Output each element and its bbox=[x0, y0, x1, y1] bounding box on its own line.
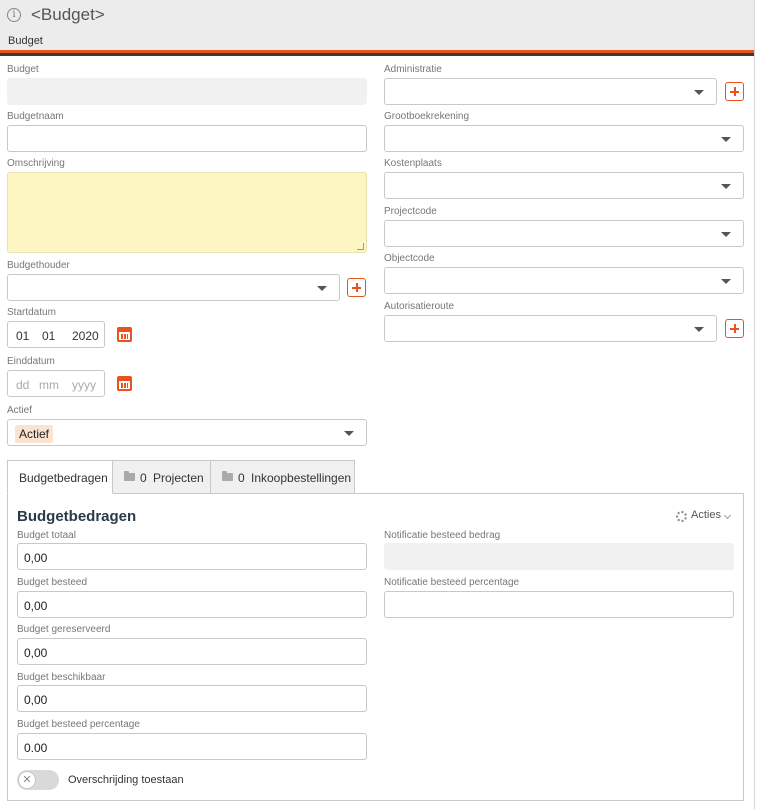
grootboekrekening-select[interactable] bbox=[384, 125, 744, 152]
projectcode-label: Projectcode bbox=[384, 206, 437, 217]
tab-count: 0 bbox=[140, 471, 147, 485]
chevron-down-icon bbox=[694, 90, 704, 95]
gear-icon[interactable] bbox=[676, 511, 687, 522]
section-title: Budgetbedragen bbox=[17, 508, 137, 525]
add-autorisatieroute-button[interactable] bbox=[725, 319, 744, 338]
tab-label: Projecten bbox=[153, 471, 204, 485]
close-icon: ✕ bbox=[18, 771, 36, 789]
chevron-down-icon bbox=[721, 279, 731, 284]
folder-icon bbox=[124, 471, 135, 481]
overschrijding-label: Overschrijding toestaan bbox=[68, 774, 184, 786]
tab-projecten[interactable]: 0 Projecten bbox=[112, 460, 211, 494]
budgetnaam-label: Budgetnaam bbox=[7, 111, 64, 122]
administratie-select[interactable] bbox=[384, 78, 717, 105]
tab-count: 0 bbox=[238, 471, 245, 485]
tab-label: Inkoopbestellingen bbox=[251, 471, 352, 485]
budget-besteed-percentage-value: 0.00 bbox=[24, 741, 48, 755]
add-administratie-button[interactable] bbox=[725, 82, 744, 101]
acties-menu[interactable]: Acties bbox=[691, 509, 721, 521]
chevron-down-icon bbox=[694, 327, 704, 332]
budget-beschikbaar-label: Budget beschikbaar bbox=[17, 672, 106, 683]
budgethouder-select[interactable] bbox=[7, 274, 340, 301]
notificatie-bedrag-field bbox=[384, 543, 734, 570]
einddatum-year: yyyy bbox=[72, 378, 96, 392]
budget-field bbox=[7, 78, 367, 105]
budget-beschikbaar-value: 0,00 bbox=[24, 693, 48, 707]
info-icon[interactable]: i bbox=[7, 8, 21, 22]
chevron-down-icon bbox=[721, 232, 731, 237]
page-header: i <Budget> Budget bbox=[0, 0, 754, 50]
tab-label: Budgetbedragen bbox=[19, 471, 108, 485]
objectcode-label: Objectcode bbox=[384, 253, 435, 264]
budget-gereserveerd-value: 0,00 bbox=[24, 646, 48, 660]
einddatum-input[interactable]: dd mm yyyy bbox=[7, 370, 105, 397]
chevron-down-icon bbox=[317, 286, 327, 291]
budget-besteed-percentage-label: Budget besteed percentage bbox=[17, 719, 140, 730]
folder-icon bbox=[222, 471, 233, 481]
overschrijding-toggle[interactable]: ✕ bbox=[17, 770, 59, 790]
budget-label: Budget bbox=[7, 64, 39, 75]
startdatum-year: 2020 bbox=[72, 329, 99, 343]
calendar-icon[interactable] bbox=[117, 376, 132, 391]
einddatum-day: dd bbox=[16, 378, 30, 392]
kostenplaats-select[interactable] bbox=[384, 172, 744, 199]
omschrijving-label: Omschrijving bbox=[7, 158, 65, 169]
autorisatieroute-label: Autorisatieroute bbox=[384, 301, 455, 312]
omschrijving-textarea[interactable] bbox=[7, 172, 367, 253]
startdatum-month: 01 bbox=[42, 329, 56, 343]
resize-handle[interactable] bbox=[357, 243, 364, 250]
page-title: <Budget> bbox=[31, 5, 105, 24]
grootboekrekening-label: Grootboekrekening bbox=[384, 111, 470, 122]
startdatum-input[interactable]: 01 01 2020 bbox=[7, 321, 105, 348]
notificatie-percentage-label: Notificatie besteed percentage bbox=[384, 577, 520, 588]
actief-label: Actief bbox=[7, 405, 33, 416]
budget-besteed-value: 0,00 bbox=[24, 599, 48, 613]
einddatum-label: Einddatum bbox=[7, 356, 55, 367]
budget-besteed-label: Budget besteed bbox=[17, 577, 88, 588]
budget-totaal-label: Budget totaal bbox=[17, 530, 76, 541]
chevron-down-icon bbox=[344, 431, 354, 436]
budgethouder-label: Budgethouder bbox=[7, 260, 70, 271]
budget-besteed-input[interactable]: 0,00 bbox=[17, 591, 367, 618]
breadcrumb: Budget bbox=[8, 35, 43, 47]
startdatum-label: Startdatum bbox=[7, 307, 56, 318]
budget-totaal-input[interactable]: 0,00 bbox=[17, 543, 367, 570]
actief-select[interactable]: Actief bbox=[7, 419, 367, 446]
projectcode-select[interactable] bbox=[384, 220, 744, 247]
calendar-icon[interactable] bbox=[117, 327, 132, 342]
budget-beschikbaar-input[interactable]: 0,00 bbox=[17, 685, 367, 712]
objectcode-select[interactable] bbox=[384, 267, 744, 294]
einddatum-month: mm bbox=[39, 378, 59, 392]
chevron-down-icon bbox=[721, 137, 731, 142]
header-stripe bbox=[0, 50, 754, 56]
budget-besteed-percentage-input[interactable]: 0.00 bbox=[17, 733, 367, 760]
tab-budgetbedragen[interactable]: Budgetbedragen bbox=[7, 460, 113, 494]
startdatum-day: 01 bbox=[16, 329, 30, 343]
add-budgethouder-button[interactable] bbox=[347, 278, 366, 297]
notificatie-bedrag-label: Notificatie besteed bedrag bbox=[384, 530, 501, 541]
budgetnaam-input[interactable] bbox=[7, 125, 367, 152]
budget-gereserveerd-input[interactable]: 0,00 bbox=[17, 638, 367, 665]
notificatie-percentage-input[interactable] bbox=[384, 591, 734, 618]
budget-totaal-value: 0,00 bbox=[24, 551, 48, 565]
actief-tag: Actief bbox=[15, 425, 54, 443]
budget-gereserveerd-label: Budget gereserveerd bbox=[17, 624, 111, 635]
administratie-label: Administratie bbox=[384, 64, 442, 75]
chevron-down-icon bbox=[721, 184, 731, 189]
page-border bbox=[754, 0, 755, 809]
kostenplaats-label: Kostenplaats bbox=[384, 158, 442, 169]
autorisatieroute-select[interactable] bbox=[384, 315, 717, 342]
tab-inkoopbestellingen[interactable]: 0 Inkoopbestellingen bbox=[210, 460, 355, 494]
